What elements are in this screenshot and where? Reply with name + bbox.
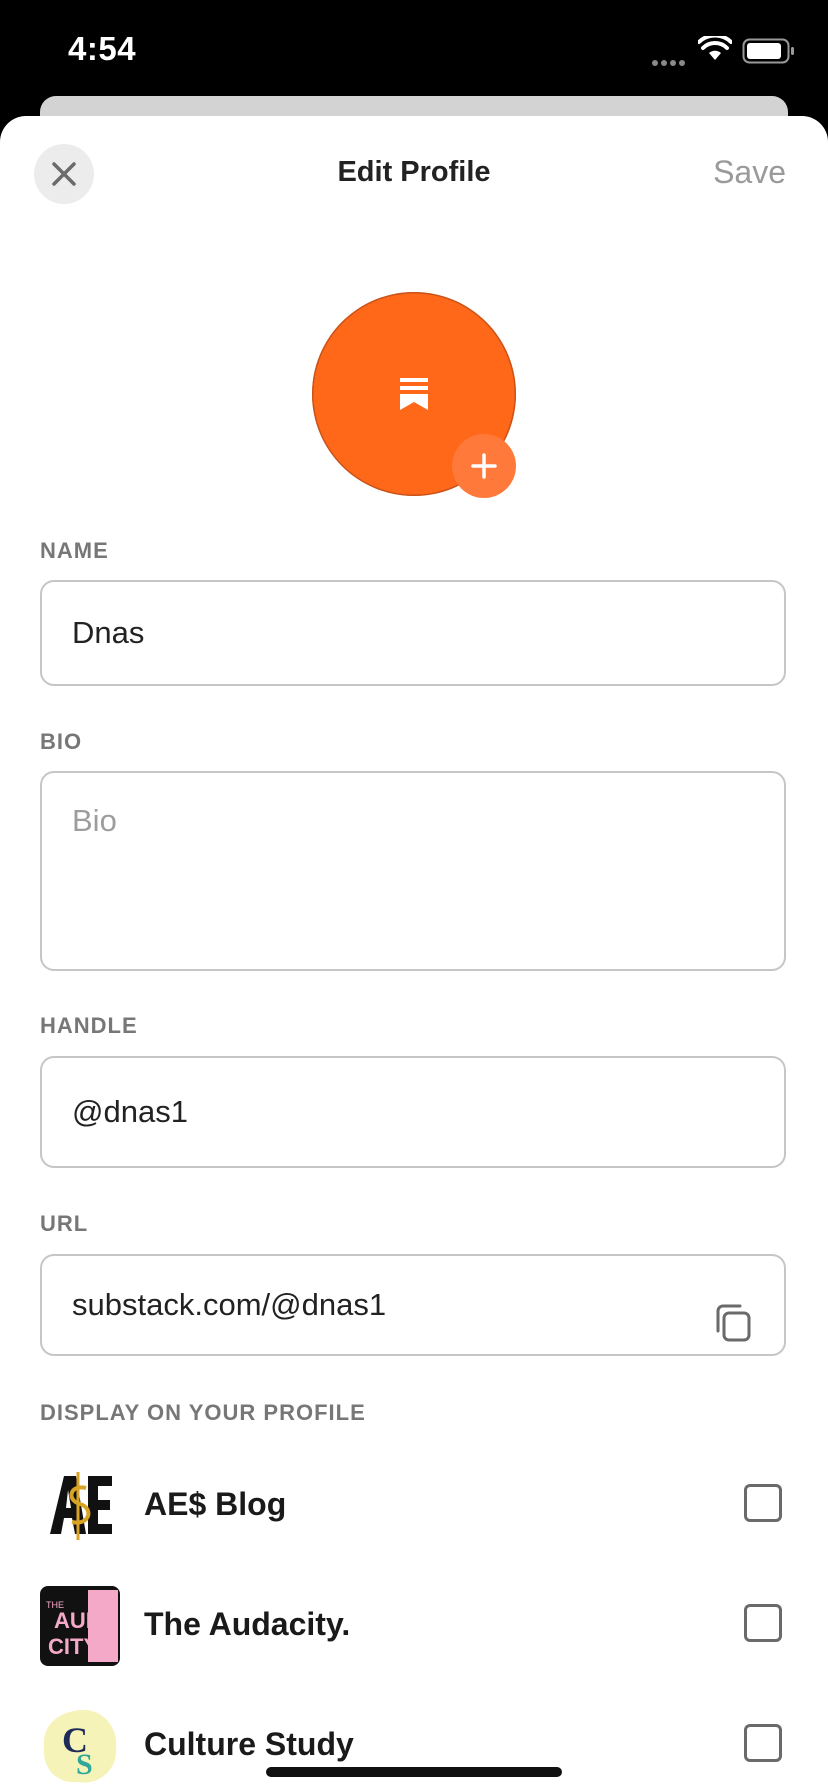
home-indicator	[266, 1767, 562, 1777]
svg-text:AUDA: AUDA	[54, 1608, 118, 1633]
name-value: Dnas	[72, 615, 145, 650]
publication-row-the-audacity[interactable]: THE AUDA CITY The Audacity.	[40, 1586, 786, 1666]
url-value: substack.com/@dnas1	[72, 1287, 387, 1322]
publication-checkbox[interactable]	[744, 1484, 782, 1522]
culture-study-logo: C S	[40, 1706, 120, 1786]
publication-name: AE$ Blog	[144, 1486, 287, 1522]
add-photo-button[interactable]	[452, 434, 516, 498]
bio-placeholder: Bio	[72, 803, 117, 838]
name-field[interactable]: Dnas	[40, 580, 786, 686]
wifi-icon	[697, 33, 733, 67]
name-label: NAME	[40, 538, 109, 563]
status-bar: 4:54	[0, 0, 828, 100]
cellular-signal-icon	[652, 53, 688, 71]
handle-label: HANDLE	[40, 1013, 138, 1038]
publication-name: Culture Study	[144, 1726, 354, 1762]
the-audacity-logo: THE AUDA CITY	[40, 1586, 120, 1666]
svg-text:S: S	[76, 1748, 93, 1781]
battery-icon	[742, 38, 796, 69]
substack-logo-icon	[400, 378, 428, 410]
copy-icon[interactable]	[714, 1284, 752, 1382]
status-time: 4:54	[68, 30, 137, 67]
bio-label: BIO	[40, 729, 83, 754]
page-title: Edit Profile	[337, 156, 491, 188]
publication-row-aes-blog[interactable]: AE$ Blog	[40, 1466, 786, 1546]
display-on-profile-label: DISPLAY ON YOUR PROFILE	[40, 1400, 366, 1425]
publication-name: The Audacity.	[144, 1606, 351, 1642]
url-field[interactable]: substack.com/@dnas1	[40, 1254, 786, 1356]
handle-field[interactable]: @dnas1	[40, 1056, 786, 1168]
handle-value: @dnas1	[72, 1094, 188, 1129]
save-button[interactable]: Save	[713, 154, 786, 191]
bio-field[interactable]: Bio	[40, 771, 786, 971]
aes-blog-logo	[40, 1466, 120, 1546]
plus-icon	[471, 453, 497, 479]
svg-text:CITY: CITY	[48, 1634, 98, 1659]
publication-checkbox[interactable]	[744, 1604, 782, 1642]
url-label: URL	[40, 1211, 89, 1236]
edit-profile-sheet: Edit Profile Save NAME Dnas BIO Bio HAND…	[0, 116, 828, 1792]
publication-checkbox[interactable]	[744, 1724, 782, 1762]
